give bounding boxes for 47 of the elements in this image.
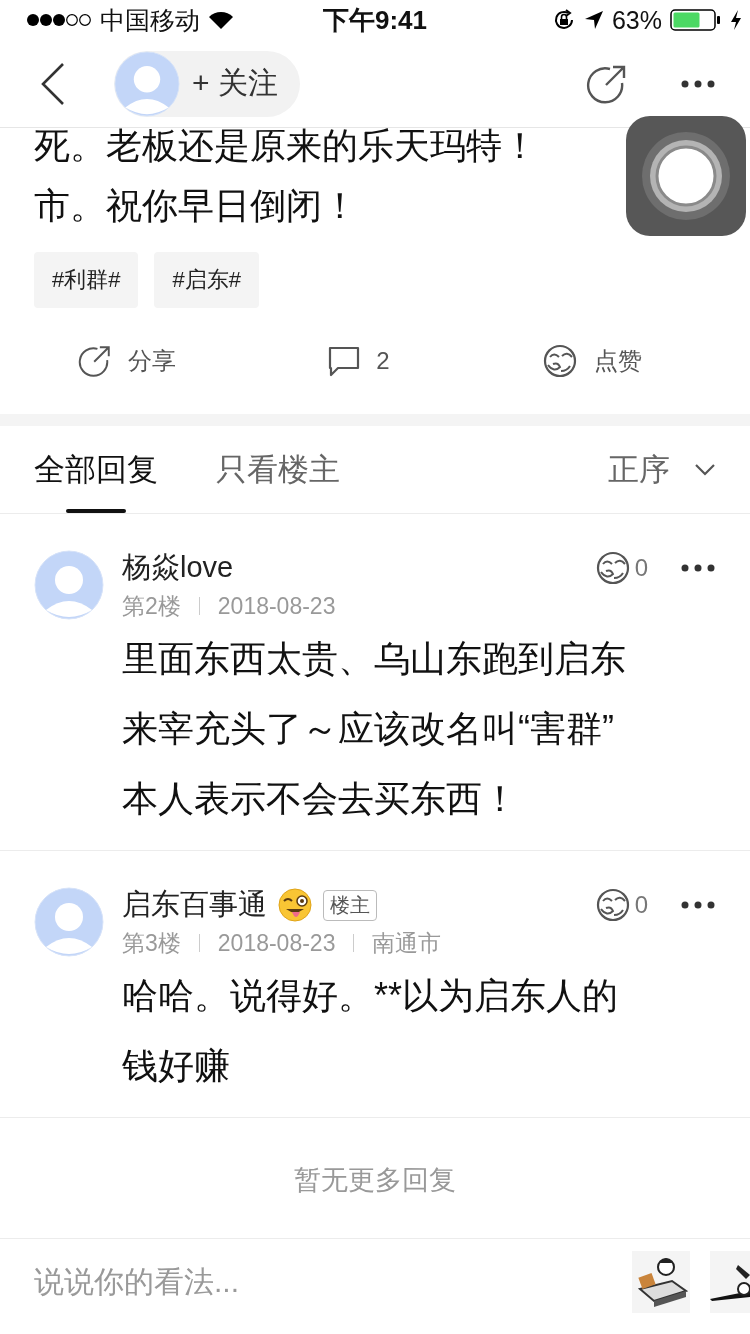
wifi-icon — [208, 10, 234, 30]
bed-sticker-icon[interactable] — [632, 1251, 690, 1313]
share-action[interactable]: 分享 — [78, 344, 176, 378]
floor-number: 第2楼 — [122, 591, 181, 621]
like-action[interactable]: 点赞 — [542, 343, 642, 379]
more-icon[interactable] — [680, 900, 716, 910]
comment-icon — [328, 345, 361, 377]
end-note: 暂无更多回复 — [0, 1118, 750, 1239]
like-button[interactable]: 0 — [594, 887, 648, 923]
more-icon[interactable] — [680, 78, 716, 89]
sticker-icon[interactable] — [710, 1251, 750, 1313]
battery-icon — [670, 9, 722, 31]
reply-tab[interactable]: 只看楼主 — [216, 426, 340, 513]
post-date: 2018-08-23 — [217, 929, 336, 957]
reply-text: 哈哈。说得好。**以为启东人的 钱好赚 — [122, 974, 620, 1088]
like-button[interactable]: 0 — [594, 550, 648, 586]
reply-text: 里面东西太贵、乌山东跑到启东 来宰充头了～应该改名叫“害群” 本人表示不会去买东西！ — [122, 637, 627, 821]
author-badge: 楼主 — [323, 889, 377, 921]
post-date: 2018-08-23 — [217, 592, 336, 620]
chevron-down-icon — [694, 462, 716, 477]
post-text: 死。老板还是原来的乐天玛特！ 市。祝你早日倒闭！ — [34, 124, 539, 228]
like-icon — [594, 887, 631, 923]
comment-field[interactable]: 说说你的看法... — [34, 1251, 414, 1313]
back-icon[interactable] — [40, 61, 66, 106]
comment-action[interactable]: 2 — [328, 345, 390, 377]
carrier-name: 中国移动 — [100, 4, 200, 36]
more-icon[interactable] — [680, 563, 716, 573]
topic-tag[interactable]: #启东# — [154, 252, 259, 308]
user-name[interactable]: 启东百事通 — [122, 885, 267, 925]
status-time: 下午9:41 — [323, 3, 427, 37]
location-text: 南通市 — [372, 928, 442, 958]
battery-percent: 63% — [611, 5, 662, 35]
avatar-icon — [114, 50, 180, 117]
signal-icon — [26, 13, 92, 27]
reply-tab[interactable]: 全部回复 — [34, 426, 158, 513]
location-icon — [583, 10, 604, 30]
like-icon — [542, 343, 578, 379]
follow-button[interactable]: + 关注 — [114, 50, 300, 117]
assistive-touch-button[interactable] — [626, 116, 746, 236]
charging-icon — [730, 9, 742, 31]
sort-dropdown[interactable]: 正序 — [608, 448, 716, 491]
user-name[interactable]: 杨焱love — [122, 548, 234, 588]
floor-number: 第3楼 — [122, 928, 181, 958]
share-icon — [78, 344, 112, 378]
like-icon — [594, 550, 631, 586]
topic-tag[interactable]: #利群# — [34, 252, 139, 308]
home-circle-icon — [641, 131, 731, 221]
